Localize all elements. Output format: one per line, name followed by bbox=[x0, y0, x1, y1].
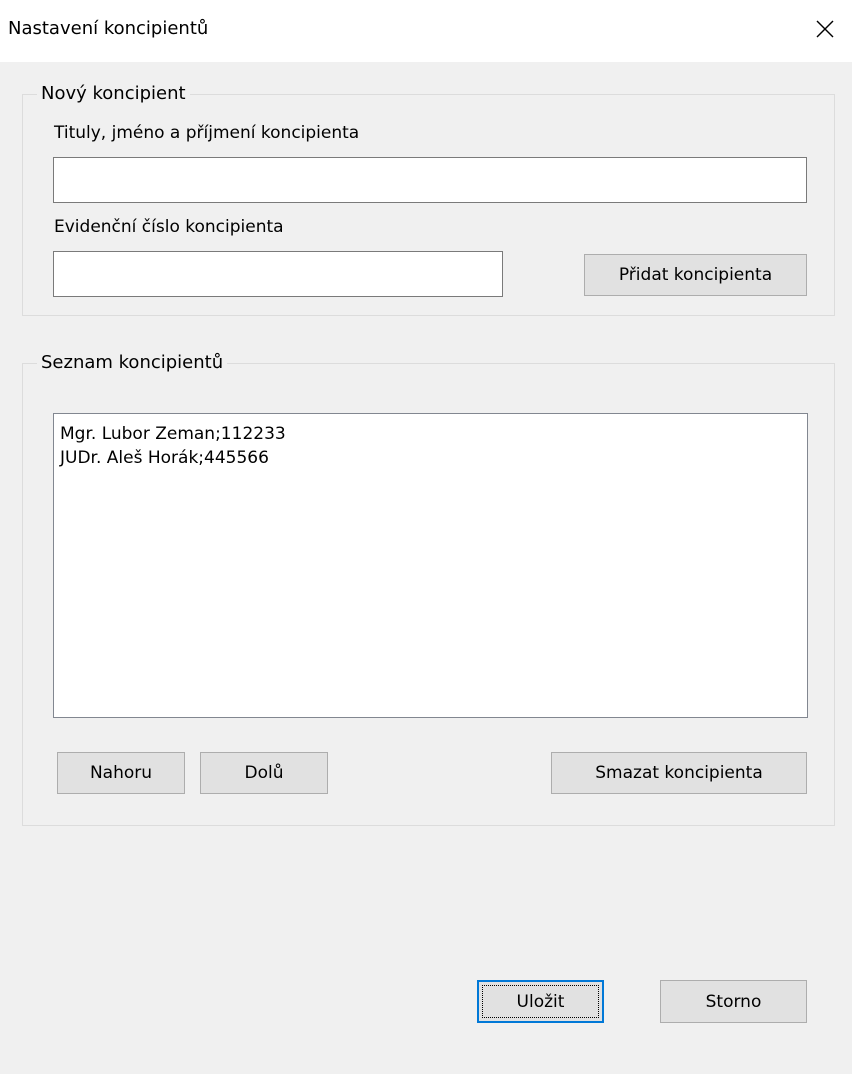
list-item[interactable]: JUDr. Aleš Horák;445566 bbox=[60, 446, 801, 470]
delete-associate-label: Smazat koncipienta bbox=[595, 763, 763, 783]
close-icon bbox=[816, 20, 834, 38]
focus-ring bbox=[482, 985, 599, 1018]
number-label: Evidenční číslo koncipienta bbox=[54, 217, 284, 237]
move-up-label: Nahoru bbox=[89, 763, 153, 783]
number-input[interactable] bbox=[53, 251, 503, 297]
move-up-button[interactable]: Nahoru bbox=[57, 752, 185, 794]
name-input[interactable] bbox=[53, 157, 807, 203]
name-label: Tituly, jméno a příjmení koncipienta bbox=[54, 123, 360, 143]
associate-list-legend: Seznam koncipientů bbox=[37, 350, 228, 376]
close-button[interactable] bbox=[808, 12, 842, 46]
cancel-label: Storno bbox=[705, 991, 762, 1012]
save-button[interactable]: Uložit bbox=[477, 980, 604, 1023]
title-bar: Nastavení koncipientů bbox=[0, 0, 852, 62]
move-down-button[interactable]: Dolů bbox=[200, 752, 328, 794]
add-associate-label: Přidat koncipienta bbox=[618, 265, 773, 285]
list-item[interactable]: Mgr. Lubor Zeman;112233 bbox=[60, 422, 801, 446]
window-title: Nastavení koncipientů bbox=[8, 18, 209, 39]
associate-listbox[interactable]: Mgr. Lubor Zeman;112233 JUDr. Aleš Horák… bbox=[53, 413, 808, 718]
new-associate-legend: Nový koncipient bbox=[37, 81, 190, 107]
cancel-button[interactable]: Storno bbox=[660, 980, 807, 1023]
move-down-label: Dolů bbox=[244, 763, 284, 783]
delete-associate-button[interactable]: Smazat koncipienta bbox=[551, 752, 807, 794]
add-associate-button[interactable]: Přidat koncipienta bbox=[584, 254, 807, 296]
